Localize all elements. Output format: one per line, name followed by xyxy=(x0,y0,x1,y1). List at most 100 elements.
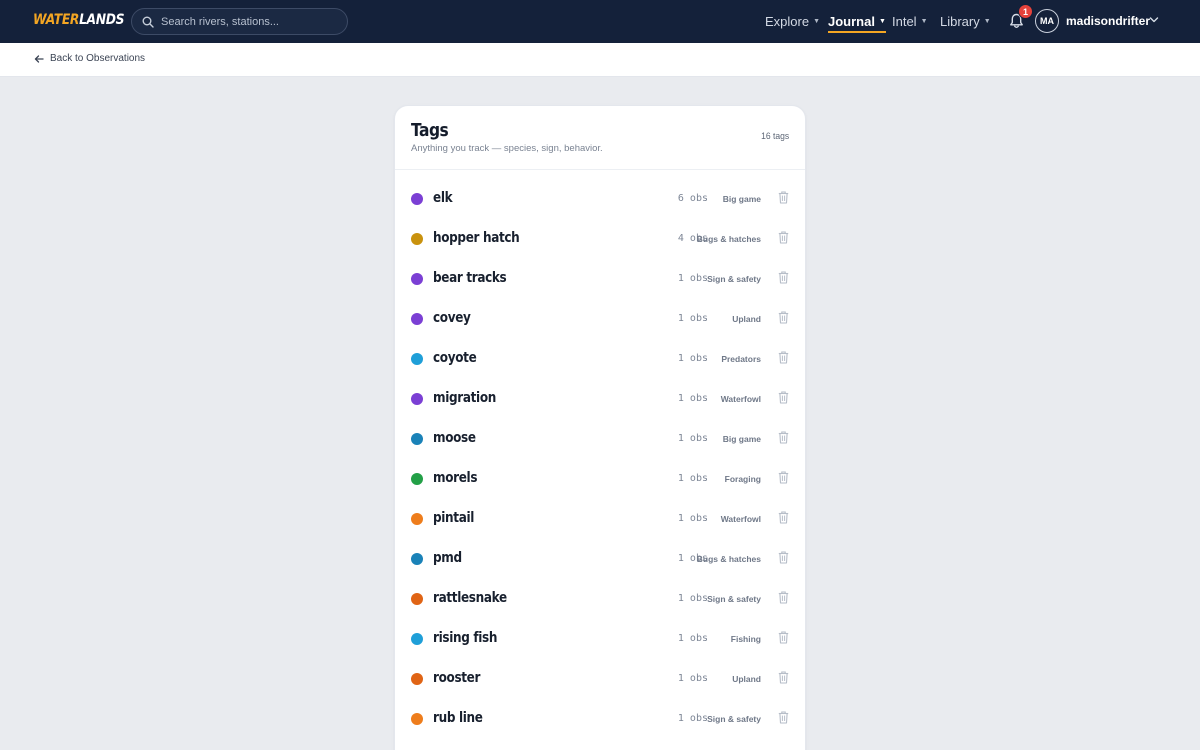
search-box[interactable] xyxy=(131,8,348,35)
tag-row[interactable]: hopper hatch 4 obs Bugs & hatches xyxy=(395,220,805,260)
tags-card: Tags Anything you track — species, sign,… xyxy=(394,105,806,750)
chevron-down-icon: ▼ xyxy=(813,18,821,25)
nav-intel[interactable]: Intel ▼ xyxy=(892,0,928,43)
tag-color-dot xyxy=(411,513,423,525)
tag-name[interactable]: rising fish xyxy=(433,630,497,646)
top-nav: WATERLANDS Explore▼ Journal▼ Intel▼ Libr… xyxy=(0,0,1200,43)
trash-icon[interactable] xyxy=(778,271,789,289)
nav-intel-label: Intel xyxy=(892,14,917,29)
tag-obs-count: 1 obs xyxy=(677,473,708,484)
tag-row[interactable]: bear tracks 1 obs Sign & safety xyxy=(395,260,805,300)
trash-icon[interactable] xyxy=(778,511,789,529)
trash-icon[interactable] xyxy=(778,711,789,729)
trash-icon[interactable] xyxy=(778,431,789,449)
nav-library[interactable]: Library ▼ xyxy=(940,0,991,43)
trash-icon[interactable] xyxy=(778,351,789,369)
tag-obs-count: 1 obs xyxy=(677,593,708,604)
tag-name[interactable]: hopper hatch xyxy=(433,230,520,246)
nav-journal[interactable]: Journal ▼ xyxy=(828,0,886,43)
tag-row[interactable]: covey 1 obs Upland xyxy=(395,300,805,340)
tags-card-header: Tags Anything you track — species, sign,… xyxy=(395,106,805,170)
tag-name[interactable]: bear tracks xyxy=(433,270,507,286)
search-icon xyxy=(142,16,154,28)
tag-name[interactable]: elk xyxy=(433,190,453,206)
tag-row[interactable]: pintail 1 obs Waterfowl xyxy=(395,500,805,540)
trash-icon[interactable] xyxy=(778,311,789,329)
trash-icon[interactable] xyxy=(778,191,789,209)
back-link-label: Back to Observations xyxy=(50,53,146,64)
tag-row[interactable]: rising fish 1 obs Fishing xyxy=(395,620,805,660)
tag-name[interactable]: migration xyxy=(433,390,496,406)
sub-header: Back to Observations xyxy=(0,43,1200,77)
username[interactable]: madisondrifter xyxy=(1066,14,1150,28)
tag-name[interactable]: covey xyxy=(433,310,471,326)
chevron-down-icon[interactable] xyxy=(1149,16,1159,24)
trash-icon[interactable] xyxy=(778,631,789,649)
tag-row[interactable]: elk 6 obs Big game xyxy=(395,180,805,220)
chevron-down-icon: ▼ xyxy=(983,18,991,25)
tag-color-dot xyxy=(411,313,423,325)
tag-color-dot xyxy=(411,273,423,285)
tag-obs-count: 6 obs xyxy=(677,193,708,204)
tag-category: Sign & safety xyxy=(707,714,761,724)
brand-logo-part1: WATER xyxy=(33,12,80,28)
page-title: Tags xyxy=(411,120,449,141)
tag-category: Fishing xyxy=(730,634,761,644)
tag-color-dot xyxy=(411,553,423,565)
brand-logo[interactable]: WATERLANDS xyxy=(33,12,124,28)
tag-category: Foraging xyxy=(724,474,761,484)
tag-name[interactable]: rooster xyxy=(433,670,480,686)
notification-badge: 1 xyxy=(1018,4,1033,19)
tag-name[interactable]: morels xyxy=(433,470,478,486)
arrow-left-icon xyxy=(34,54,44,63)
tag-color-dot xyxy=(411,633,423,645)
tag-obs-count: 1 obs xyxy=(677,713,708,724)
nav-library-label: Library xyxy=(940,14,980,29)
tag-category: Big game xyxy=(722,194,761,204)
tag-obs-count: 1 obs xyxy=(677,433,708,444)
tag-row[interactable]: coyote 1 obs Predators xyxy=(395,340,805,380)
avatar[interactable]: MA xyxy=(1035,9,1059,33)
tag-name[interactable]: rattlesnake xyxy=(433,590,507,606)
tag-row[interactable]: rub line 1 obs Sign & safety xyxy=(395,700,805,740)
trash-icon[interactable] xyxy=(778,391,789,409)
tag-color-dot xyxy=(411,593,423,605)
tag-obs-count: 1 obs xyxy=(677,393,708,404)
tag-color-dot xyxy=(411,673,423,685)
tag-name[interactable]: pmd xyxy=(433,550,462,566)
page-subtitle: Anything you track — species, sign, beha… xyxy=(411,143,603,154)
tag-category: Upland xyxy=(732,314,761,324)
tag-row[interactable]: pmd 1 obs Bugs & hatches xyxy=(395,540,805,580)
trash-icon[interactable] xyxy=(778,231,789,249)
tag-color-dot xyxy=(411,393,423,405)
tag-row[interactable]: moose 1 obs Big game xyxy=(395,420,805,460)
tag-color-dot xyxy=(411,193,423,205)
nav-explore-label: Explore xyxy=(765,14,810,29)
tag-name[interactable]: rub line xyxy=(433,710,483,726)
tag-obs-count: 1 obs xyxy=(677,673,708,684)
tag-name[interactable]: pintail xyxy=(433,510,474,526)
back-to-observations-link[interactable]: Back to Observations xyxy=(34,53,145,64)
tag-category: Predators xyxy=(721,354,761,364)
tag-color-dot xyxy=(411,713,423,725)
search-input[interactable] xyxy=(161,15,331,28)
trash-icon[interactable] xyxy=(778,551,789,569)
tag-row[interactable]: migration 1 obs Waterfowl xyxy=(395,380,805,420)
tag-category: Waterfowl xyxy=(720,514,761,524)
trash-icon[interactable] xyxy=(778,471,789,489)
tag-category: Sign & safety xyxy=(707,594,761,604)
tag-color-dot xyxy=(411,433,423,445)
tag-color-dot xyxy=(411,473,423,485)
tag-name[interactable]: coyote xyxy=(433,350,477,366)
brand-logo-part2: LANDS xyxy=(79,12,125,28)
nav-explore[interactable]: Explore ▼ xyxy=(765,0,820,43)
tag-row[interactable]: morels 1 obs Foraging xyxy=(395,460,805,500)
tag-name[interactable]: moose xyxy=(433,430,476,446)
tag-list: elk 6 obs Big game hopper hatch 4 obs Bugs & … xyxy=(395,180,805,740)
trash-icon[interactable] xyxy=(778,671,789,689)
tag-row[interactable]: rooster 1 obs Upland xyxy=(395,660,805,700)
trash-icon[interactable] xyxy=(778,591,789,609)
tag-row[interactable]: rattlesnake 1 obs Sign & safety xyxy=(395,580,805,620)
tag-obs-count: 1 obs xyxy=(677,273,708,284)
tag-category: Upland xyxy=(732,674,761,684)
